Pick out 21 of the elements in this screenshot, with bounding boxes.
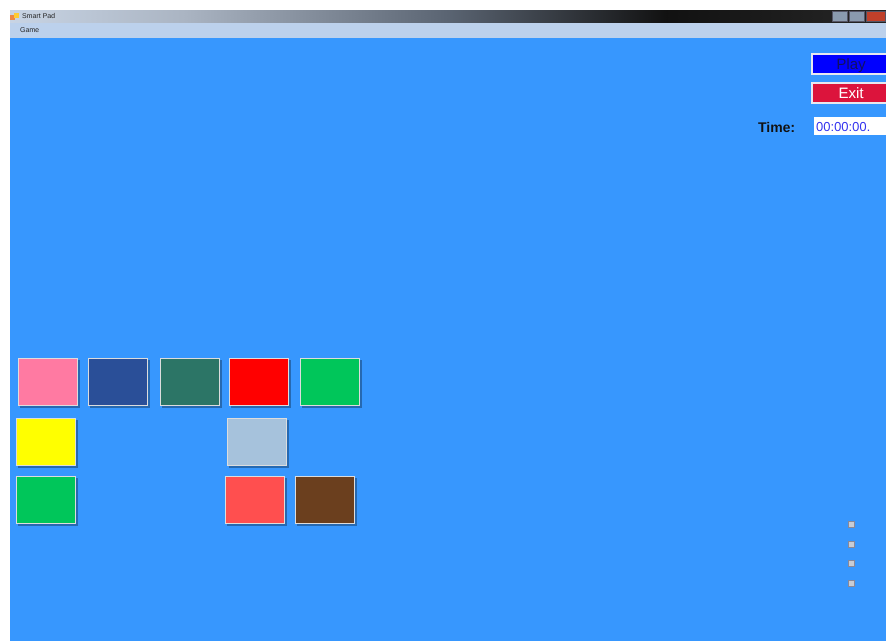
handle-icon[interactable]	[848, 541, 855, 548]
handle-icon[interactable]	[848, 521, 855, 528]
color-tile[interactable]	[160, 358, 220, 406]
close-button[interactable]	[866, 11, 886, 22]
time-field[interactable]: 00:00:00.	[814, 117, 886, 135]
color-tile[interactable]	[16, 418, 76, 466]
handle-icon[interactable]	[848, 560, 855, 567]
color-tile[interactable]	[295, 476, 355, 524]
color-tile[interactable]	[18, 358, 78, 406]
color-tile[interactable]	[16, 476, 76, 524]
color-tile[interactable]	[225, 476, 285, 524]
maximize-button[interactable]	[849, 11, 865, 22]
time-label: Time:	[758, 119, 796, 135]
color-tile[interactable]	[229, 358, 289, 406]
color-tile[interactable]	[88, 358, 148, 406]
minimize-button[interactable]	[832, 11, 848, 22]
color-tile[interactable]	[300, 358, 360, 406]
color-tile[interactable]	[227, 418, 287, 466]
exit-button[interactable]: Exit	[811, 82, 886, 104]
app-icon	[10, 12, 19, 21]
handle-icon[interactable]	[848, 580, 855, 587]
